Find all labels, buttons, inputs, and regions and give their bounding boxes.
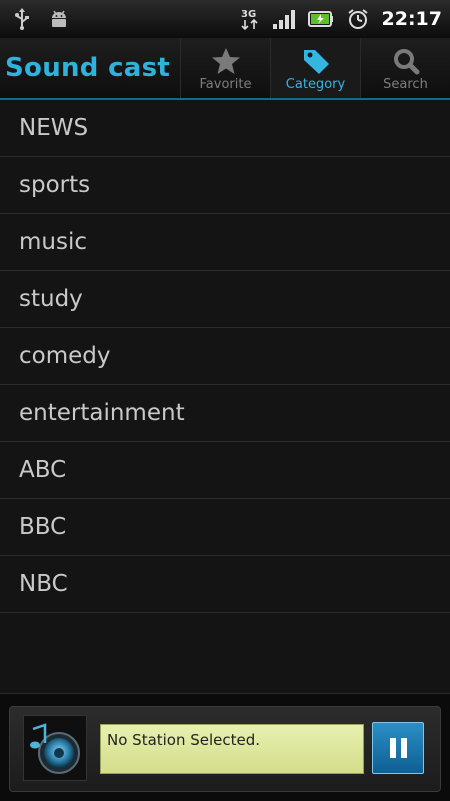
- tab-search[interactable]: Search: [360, 38, 450, 98]
- usb-icon: [14, 8, 30, 30]
- android-debug-icon: [48, 8, 70, 30]
- tab-label: Favorite: [199, 77, 252, 92]
- pause-button[interactable]: [372, 722, 424, 774]
- signal-icon: [272, 8, 296, 30]
- player-bar: No Station Selected.: [0, 693, 450, 801]
- music-speaker-icon[interactable]: [23, 715, 87, 781]
- tab-favorite[interactable]: Favorite: [180, 38, 270, 98]
- category-item-sports[interactable]: sports: [0, 157, 450, 214]
- search-icon: [391, 47, 421, 75]
- tag-icon: [301, 47, 331, 75]
- category-item-music[interactable]: music: [0, 214, 450, 271]
- alarm-icon: [346, 7, 370, 31]
- category-list: NEWS sports music study comedy entertain…: [0, 100, 450, 613]
- tab-label: Search: [383, 77, 428, 92]
- app-title: Sound cast: [5, 53, 171, 83]
- category-item-bbc[interactable]: BBC: [0, 499, 450, 556]
- player-panel: No Station Selected.: [9, 706, 441, 792]
- category-item-news[interactable]: NEWS: [0, 100, 450, 157]
- tab-label: Category: [285, 77, 346, 92]
- category-item-abc[interactable]: ABC: [0, 442, 450, 499]
- tab-category[interactable]: Category: [270, 38, 360, 98]
- network-type-text: 3G: [241, 9, 256, 20]
- clock: 22:17: [381, 8, 442, 30]
- network-3g-icon: 3G: [240, 7, 260, 31]
- pause-icon: [400, 738, 407, 758]
- category-item-comedy[interactable]: comedy: [0, 328, 450, 385]
- category-item-entertainment[interactable]: entertainment: [0, 385, 450, 442]
- battery-icon: [307, 9, 334, 29]
- category-item-study[interactable]: study: [0, 271, 450, 328]
- star-icon: [211, 47, 241, 75]
- station-display: No Station Selected.: [100, 724, 364, 774]
- status-bar: 3G 22:17: [0, 0, 450, 38]
- category-item-nbc[interactable]: NBC: [0, 556, 450, 613]
- pause-icon: [389, 738, 396, 758]
- action-bar: Sound cast Favorite Category Search: [0, 38, 450, 100]
